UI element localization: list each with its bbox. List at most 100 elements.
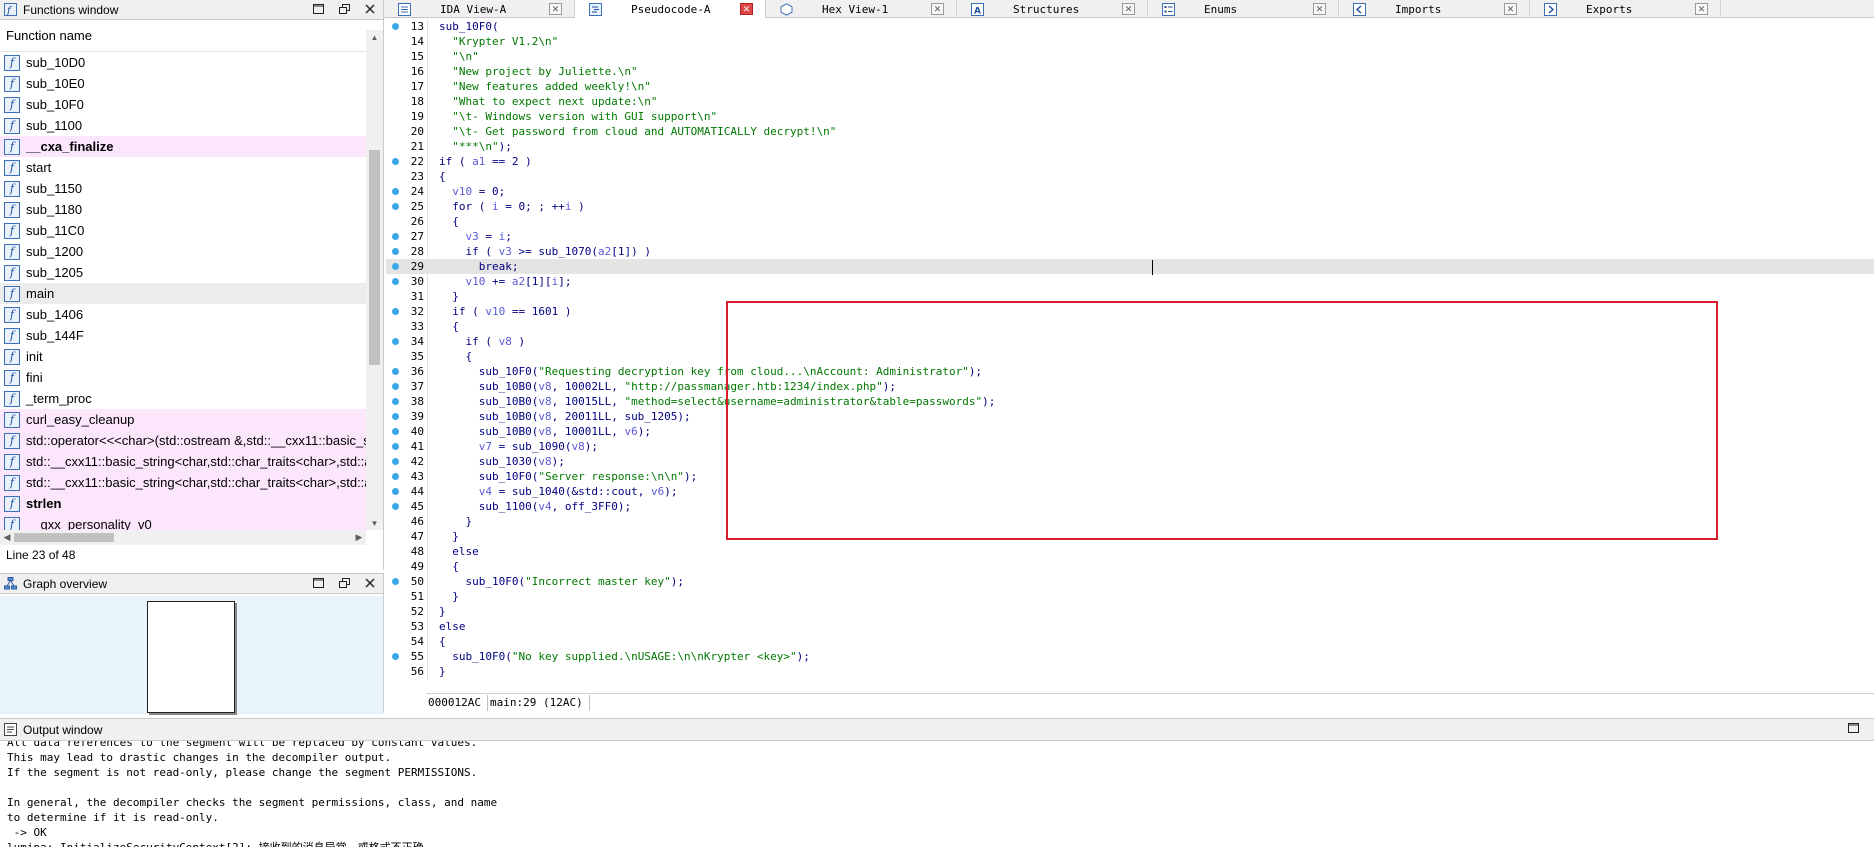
close-tab-icon[interactable]: ✕ (1695, 3, 1708, 15)
code-line[interactable]: 49 { (386, 559, 1874, 574)
code-line[interactable]: 36 sub_10F0("Requesting decryption key f… (386, 364, 1874, 379)
function-list-item[interactable]: f std::operator<<<char>(std::ostream &,st… (0, 430, 366, 451)
function-list-item[interactable]: f sub_1150 (0, 178, 366, 199)
function-list-item[interactable]: f std::__cxx11::basic_string<char,std::ch… (0, 472, 366, 493)
code-line[interactable]: 15 "\n" (386, 49, 1874, 64)
float-icon[interactable] (337, 576, 351, 590)
code-line[interactable]: 29 break; (386, 259, 1874, 274)
close-tab-icon[interactable]: ✕ (1313, 3, 1326, 15)
graph-overview-viewport[interactable] (147, 601, 235, 713)
code-line[interactable]: 24 v10 = 0; (386, 184, 1874, 199)
scrollbar-thumb[interactable] (369, 150, 380, 365)
scrollbar-thumb[interactable] (14, 533, 114, 542)
code-line[interactable]: 32 if ( v10 == 1601 ) (386, 304, 1874, 319)
code-line[interactable]: 46 } (386, 514, 1874, 529)
tab-ida-view-a[interactable]: IDA View-A ✕ (384, 0, 575, 18)
function-list-item[interactable]: f start (0, 157, 366, 178)
tab-imports[interactable]: Imports ✕ (1339, 0, 1530, 18)
function-list-item[interactable]: f init (0, 346, 366, 367)
scroll-up-icon[interactable]: ▲ (366, 30, 383, 44)
tab-pseudocode-a[interactable]: Pseudocode-A ✕ (575, 0, 766, 18)
function-name-column-header[interactable]: Function name (0, 20, 383, 52)
function-list-item[interactable]: f __gxx_personality_v0 (0, 514, 366, 530)
function-list-item[interactable]: f main (0, 283, 366, 304)
output-window-titlebar[interactable]: Output window (0, 719, 1874, 741)
function-list-item[interactable]: f sub_1200 (0, 241, 366, 262)
scroll-right-icon[interactable]: ▶ (352, 530, 366, 545)
code-line[interactable]: 20 "\t- Get password from cloud and AUTO… (386, 124, 1874, 139)
code-line[interactable]: 19 "\t- Windows version with GUI support… (386, 109, 1874, 124)
close-icon[interactable] (363, 2, 377, 16)
code-line[interactable]: 30 v10 += a2[1][i]; (386, 274, 1874, 289)
code-line[interactable]: 44 v4 = sub_1040(&std::cout, v6); (386, 484, 1874, 499)
function-list-item[interactable]: f curl_easy_cleanup (0, 409, 366, 430)
code-line[interactable]: 18 "What to expect next update:\n" (386, 94, 1874, 109)
function-list-item[interactable]: f _term_proc (0, 388, 366, 409)
function-list-item[interactable]: f strlen (0, 493, 366, 514)
close-tab-icon[interactable]: ✕ (740, 3, 753, 15)
graph-overview-titlebar[interactable]: Graph overview (0, 574, 383, 594)
code-line[interactable]: 31 } (386, 289, 1874, 304)
tab-enums[interactable]: Enums ✕ (1148, 0, 1339, 18)
code-line[interactable]: 22 if ( a1 == 2 ) (386, 154, 1874, 169)
float-icon[interactable] (337, 2, 351, 16)
function-list-item[interactable]: f sub_1180 (0, 199, 366, 220)
close-tab-icon[interactable]: ✕ (549, 3, 562, 15)
code-line[interactable]: 33 { (386, 319, 1874, 334)
function-list-item[interactable]: f sub_1205 (0, 262, 366, 283)
function-list-item[interactable]: f sub_11C0 (0, 220, 366, 241)
code-line[interactable]: 25 for ( i = 0; ; ++i ) (386, 199, 1874, 214)
code-line[interactable]: 55 sub_10F0("No key supplied.\nUSAGE:\n\… (386, 649, 1874, 664)
code-line[interactable]: 43 sub_10F0("Server response:\n\n"); (386, 469, 1874, 484)
code-line[interactable]: 51 } (386, 589, 1874, 604)
code-line[interactable]: 38 sub_10B0(v8, 10015LL, "method=select&… (386, 394, 1874, 409)
function-list-vertical-scrollbar[interactable]: ▲ ▼ (366, 30, 383, 530)
function-list-item[interactable]: f sub_10F0 (0, 94, 366, 115)
function-list-item[interactable]: f sub_10E0 (0, 73, 366, 94)
function-list-horizontal-scrollbar[interactable]: ◀ ▶ (0, 530, 366, 545)
code-line[interactable]: 56} (386, 664, 1874, 679)
code-line[interactable]: 34 if ( v8 ) (386, 334, 1874, 349)
code-line[interactable]: 48 else (386, 544, 1874, 559)
code-line[interactable]: 39 sub_10B0(v8, 20011LL, sub_1205); (386, 409, 1874, 424)
code-line[interactable]: 42 sub_1030(v8); (386, 454, 1874, 469)
close-tab-icon[interactable]: ✕ (931, 3, 944, 15)
code-line[interactable]: 16 "New project by Juliette.\n" (386, 64, 1874, 79)
function-list-item[interactable]: f sub_10D0 (0, 52, 366, 73)
code-line[interactable]: 41 v7 = sub_1090(v8); (386, 439, 1874, 454)
code-line[interactable]: 17 "New features added weekly!\n" (386, 79, 1874, 94)
code-line[interactable]: 23 { (386, 169, 1874, 184)
code-line[interactable]: 40 sub_10B0(v8, 10001LL, v6); (386, 424, 1874, 439)
code-line[interactable]: 45 sub_1100(v4, off_3FF0); (386, 499, 1874, 514)
tab-structures[interactable]: A Structures ✕ (957, 0, 1148, 18)
code-line[interactable]: 21 "***\n"); (386, 139, 1874, 154)
tab-exports[interactable]: Exports ✕ (1530, 0, 1721, 18)
output-log[interactable]: All data references to the segment will … (7, 741, 1867, 847)
code-line[interactable]: 27 v3 = i; (386, 229, 1874, 244)
maximize-icon[interactable] (311, 576, 325, 590)
code-line[interactable]: 53 else (386, 619, 1874, 634)
code-line[interactable]: 35 { (386, 349, 1874, 364)
scroll-left-icon[interactable]: ◀ (0, 530, 14, 545)
functions-window-titlebar[interactable]: f Functions window (0, 0, 383, 20)
close-tab-icon[interactable]: ✕ (1122, 3, 1135, 15)
code-line[interactable]: 26 { (386, 214, 1874, 229)
tab-hex-view-1[interactable]: Hex View-1 ✕ (766, 0, 957, 18)
function-list-item[interactable]: f sub_1100 (0, 115, 366, 136)
function-list-item[interactable]: f sub_1406 (0, 304, 366, 325)
pseudocode-view[interactable]: 13 sub_10F0(14 "Krypter V1.2\n" 15 "\n" 16 … (386, 19, 1874, 711)
code-line[interactable]: 14 "Krypter V1.2\n" (386, 34, 1874, 49)
function-list-item[interactable]: f sub_144F (0, 325, 366, 346)
code-line[interactable]: 54 { (386, 634, 1874, 649)
code-line[interactable]: 52} (386, 604, 1874, 619)
function-list-item[interactable]: f std::__cxx11::basic_string<char,std::ch… (0, 451, 366, 472)
scroll-down-icon[interactable]: ▼ (366, 516, 383, 530)
code-line[interactable]: 37 sub_10B0(v8, 10002LL, "http://passman… (386, 379, 1874, 394)
close-icon[interactable] (363, 576, 377, 590)
code-line[interactable]: 50 sub_10F0("Incorrect master key"); (386, 574, 1874, 589)
graph-overview-canvas[interactable] (0, 596, 383, 714)
code-line[interactable]: 13 sub_10F0( (386, 19, 1874, 34)
function-list-item[interactable]: f fini (0, 367, 366, 388)
maximize-icon[interactable] (1846, 721, 1860, 735)
function-list-item[interactable]: f __cxa_finalize (0, 136, 366, 157)
